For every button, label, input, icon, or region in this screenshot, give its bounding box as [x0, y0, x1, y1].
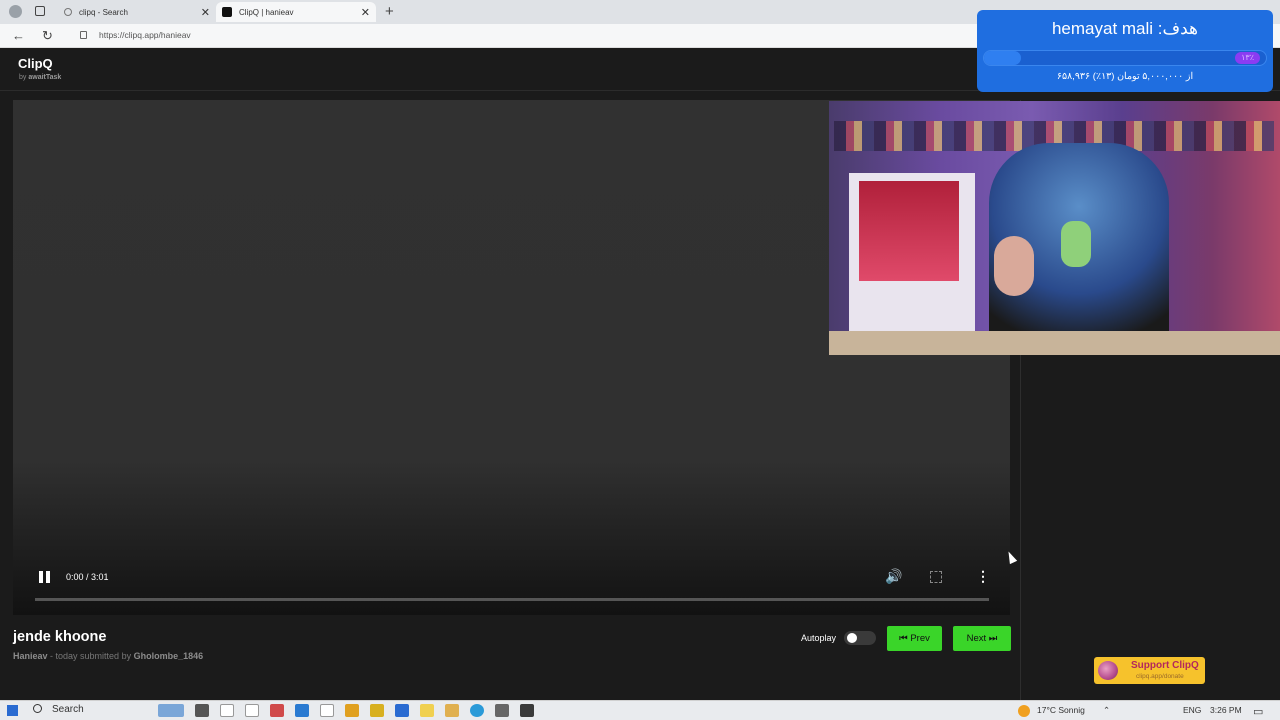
submitter-link[interactable]: Gholombe_1846 — [134, 651, 204, 661]
file-icon[interactable] — [220, 704, 234, 717]
new-tab-button[interactable]: + — [385, 3, 394, 20]
weather-icon — [1018, 705, 1030, 717]
clip-meta: Hanieav - today submitted by Gholombe_18… — [13, 651, 203, 661]
taskbar-search[interactable]: Search — [33, 704, 84, 715]
toggle-knob — [847, 633, 857, 643]
weather-text[interactable]: 17°C Sonnig — [1037, 705, 1085, 715]
webcam-overlay — [829, 101, 1280, 355]
support-clipq-button[interactable]: Support ClipQ clipq.app/donate — [1094, 657, 1205, 684]
widgets-icon[interactable] — [158, 704, 184, 717]
webcam-pc-lights — [859, 181, 959, 281]
windows-start-icon[interactable] — [7, 705, 18, 716]
support-emoji-icon — [1098, 661, 1118, 680]
progress-bar[interactable] — [35, 598, 989, 601]
settings-icon[interactable] — [495, 704, 509, 717]
close-tab-icon[interactable]: ✕ — [361, 6, 370, 19]
search-icon — [33, 704, 42, 713]
brand-sub-author: awaitTask — [28, 74, 62, 81]
back-arrow-icon[interactable]: ← — [12, 28, 25, 43]
volume-icon[interactable]: 🔊 — [885, 568, 902, 585]
app-icon[interactable] — [395, 704, 409, 717]
edge-icon[interactable] — [470, 704, 484, 717]
language-indicator[interactable]: ENG — [1183, 705, 1201, 715]
webcam-headset — [1061, 221, 1091, 267]
channel-link[interactable]: Hanieav — [13, 651, 48, 661]
goal-subtitle: ۶۵۸,۹۳۶ از ۵,۰۰۰,۰۰۰ تومان (۱۳٪) — [1056, 71, 1194, 82]
folder-icon[interactable] — [420, 704, 434, 717]
goal-progress-fill — [984, 51, 1021, 65]
tab-clipq-hanieav[interactable]: ClipQ | hanieav ✕ — [216, 2, 376, 22]
autoplay-toggle[interactable] — [844, 631, 876, 645]
terminal-icon[interactable] — [520, 704, 534, 717]
donation-goal-widget: hemayat mali :هدف ۱۳٪ ۶۵۸,۹۳۶ از ۵,۰۰۰,۰… — [977, 10, 1273, 92]
windows-taskbar: Search 17°C Sonnig ⌃ ENG 3:26 PM ▭ — [0, 700, 1280, 720]
pause-bar — [39, 571, 43, 583]
prev-button[interactable]: ⏮ Prev — [887, 626, 942, 651]
webcam-face — [994, 236, 1034, 296]
url-field[interactable]: https://clipq.app/hanieav — [99, 30, 191, 40]
notification-icon[interactable]: ▭ — [1253, 705, 1263, 718]
next-button[interactable]: Next ⏭ — [953, 626, 1011, 651]
more-options-icon[interactable]: ⋮ — [976, 568, 990, 585]
clipq-favicon — [222, 7, 232, 17]
clock[interactable]: 3:26 PM — [1210, 705, 1242, 715]
search-icon — [64, 8, 72, 16]
tab-actions-icon[interactable] — [35, 6, 45, 16]
fullscreen-icon[interactable] — [930, 571, 942, 583]
goal-title: hemayat mali :هدف — [1051, 19, 1199, 38]
lock-icon[interactable] — [80, 31, 87, 39]
pause-bar — [46, 571, 50, 583]
refresh-icon[interactable]: ↻ — [42, 28, 53, 44]
webcam-desk — [829, 331, 1280, 355]
support-url: clipq.app/donate — [1136, 673, 1184, 680]
file-icon[interactable] — [245, 704, 259, 717]
pause-button[interactable] — [39, 571, 51, 583]
app-icon[interactable] — [345, 704, 359, 717]
goal-percent-badge: ۱۳٪ — [1235, 52, 1260, 64]
clip-title: jende khoone — [13, 629, 107, 645]
app-icon[interactable] — [370, 704, 384, 717]
taskbar-search-label: Search — [52, 704, 84, 715]
brand-logo[interactable]: ClipQ — [18, 56, 53, 71]
tab-clipq-search[interactable]: clipq - Search ✕ — [58, 2, 216, 22]
submitted-text: - today submitted by — [47, 651, 134, 661]
tray-chevron-icon[interactable]: ⌃ — [1103, 705, 1110, 716]
taskbar-apps — [158, 704, 534, 717]
autoplay-label: Autoplay — [801, 633, 837, 643]
close-tab-icon[interactable]: ✕ — [201, 6, 210, 19]
file-icon[interactable] — [320, 704, 334, 717]
tab-title: ClipQ | hanieav — [239, 7, 294, 17]
goal-progress-bar: ۱۳٪ — [983, 50, 1267, 66]
app-icon[interactable] — [270, 704, 284, 717]
app-icon[interactable] — [445, 704, 459, 717]
profile-icon[interactable] — [9, 5, 22, 18]
brand-sub-prefix: by — [19, 74, 27, 81]
tab-title: clipq - Search — [79, 7, 128, 17]
video-time: 0:00 / 3:01 — [66, 572, 109, 582]
task-view-icon[interactable] — [195, 704, 209, 717]
app-icon[interactable] — [295, 704, 309, 717]
brand-subtitle: by awaitTask — [19, 74, 61, 81]
support-label: Support ClipQ — [1131, 660, 1199, 671]
